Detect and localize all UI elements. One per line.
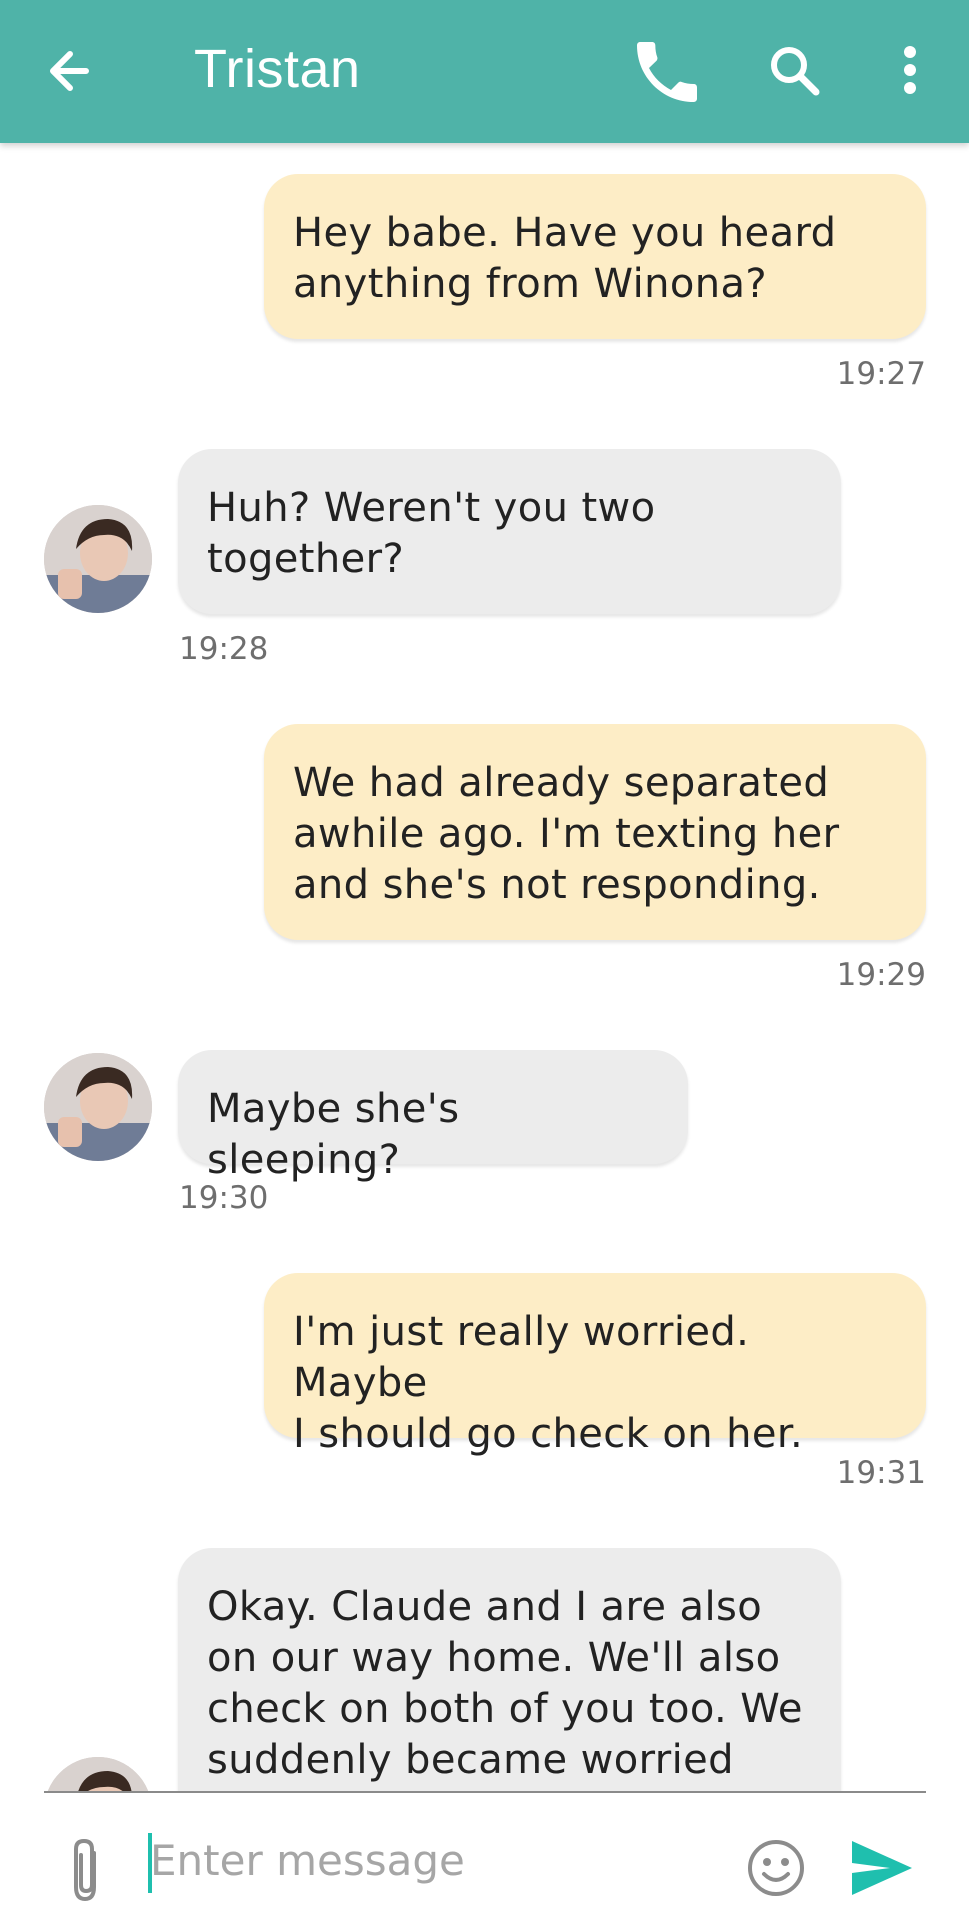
message-timestamp: 19:31	[836, 1455, 926, 1491]
avatar[interactable]	[44, 505, 152, 613]
phone-icon[interactable]	[627, 32, 707, 112]
incoming-message-bubble[interactable]: Maybe she's sleeping?	[178, 1050, 688, 1183]
avatar[interactable]	[44, 1053, 152, 1161]
incoming-message-bubble[interactable]: Okay. Claude and I are also on our way h…	[178, 1548, 841, 1791]
message-input[interactable]	[150, 1823, 710, 1897]
emoji-icon[interactable]	[746, 1838, 806, 1898]
text-cursor	[148, 1833, 152, 1893]
avatar[interactable]	[44, 1757, 152, 1791]
more-vert-icon[interactable]	[870, 32, 950, 112]
search-icon[interactable]	[756, 32, 836, 112]
message-list[interactable]: Hey babe. Have you heard anything from W…	[0, 143, 969, 1791]
message-timestamp: 19:27	[836, 356, 926, 392]
incoming-message-bubble[interactable]: Huh? Weren't you two together?	[178, 449, 841, 614]
paperclip-icon[interactable]	[60, 1833, 112, 1907]
message-timestamp: 19:29	[836, 957, 926, 993]
message-timestamp: 19:28	[179, 631, 269, 667]
contact-name: Tristan	[194, 39, 361, 99]
outgoing-message-bubble[interactable]: I'm just really worried. Maybe I should …	[264, 1273, 926, 1457]
send-icon[interactable]	[848, 1835, 916, 1901]
outgoing-message-bubble[interactable]: Hey babe. Have you heard anything from W…	[264, 174, 926, 339]
app-bar: Tristan	[0, 0, 969, 143]
message-composer	[0, 1793, 969, 1920]
outgoing-message-bubble[interactable]: We had already separated awhile ago. I'm…	[264, 724, 926, 940]
message-timestamp: 19:30	[179, 1180, 269, 1216]
back-arrow-icon[interactable]	[40, 30, 112, 112]
